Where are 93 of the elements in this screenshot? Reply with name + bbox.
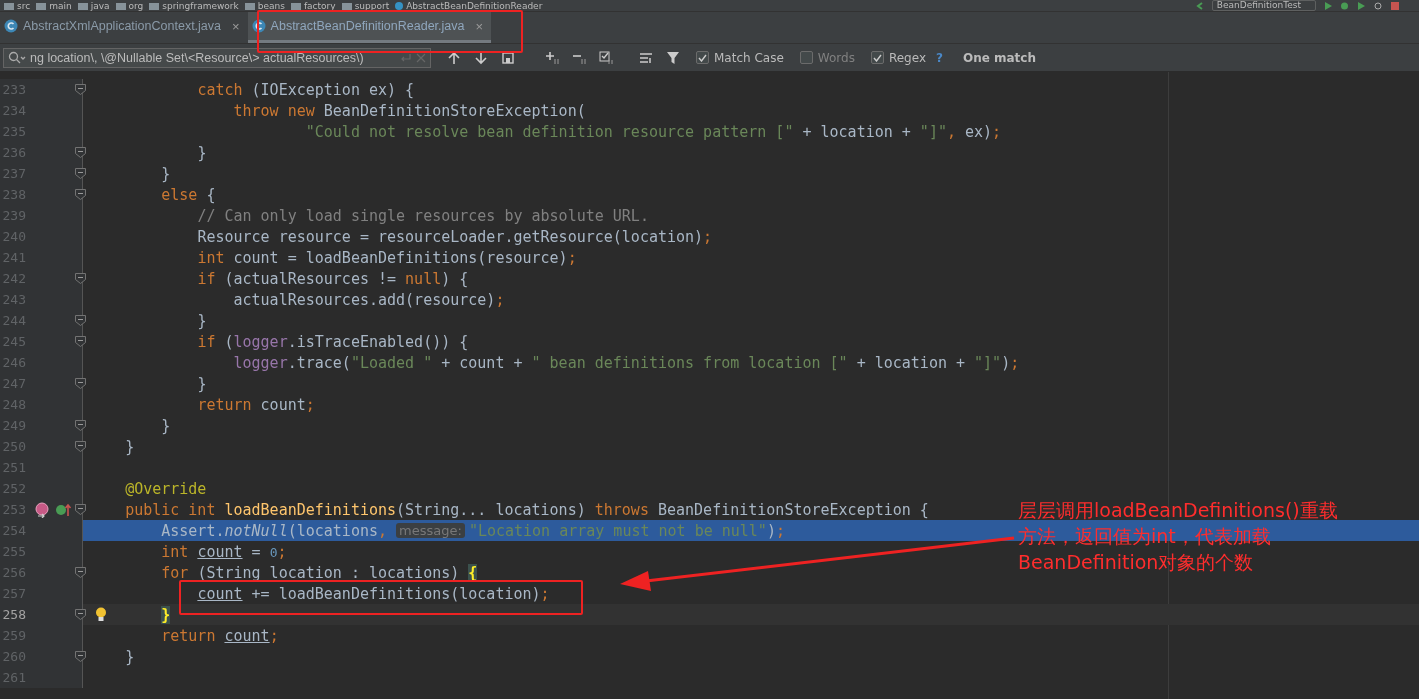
breakpoint-icon[interactable]	[34, 501, 50, 518]
code-text: }	[196, 311, 207, 330]
option-label: Words	[817, 50, 855, 65]
code-text: return count;	[196, 395, 315, 414]
override-icon[interactable]	[56, 502, 72, 517]
close-tab-button[interactable]: ×	[232, 18, 240, 34]
stop-icon[interactable]	[1391, 1, 1399, 10]
breadcrumb-item[interactable]: factory	[303, 0, 336, 11]
folder-icon	[149, 1, 160, 10]
code-text: }	[160, 164, 171, 183]
code-text: actualResources.add(resource);	[232, 290, 505, 309]
fold-marker-icon[interactable]	[75, 567, 86, 578]
filter-icon[interactable]	[666, 50, 680, 65]
breadcrumb-item[interactable]: beans	[257, 0, 285, 11]
floppy-icon[interactable]	[501, 50, 515, 65]
fold-marker-icon[interactable]	[75, 84, 86, 95]
breadcrumb-item[interactable]: support	[354, 0, 390, 11]
check-icon	[698, 53, 707, 62]
checkbox[interactable]	[799, 51, 813, 64]
check-icon	[872, 53, 882, 62]
code-text: // Can only load single resources by absolute URL.	[196, 206, 649, 225]
folder-icon	[115, 1, 126, 10]
breadcrumb-item[interactable]: org	[128, 0, 144, 11]
code-text: }	[160, 605, 171, 624]
option-label: Regex	[888, 50, 926, 65]
fold-marker-icon[interactable]	[75, 336, 86, 347]
checkbox[interactable]	[870, 51, 884, 64]
code-text: if (actualResources != null) {	[196, 269, 469, 288]
folder-icon	[77, 1, 88, 10]
fold-marker-icon[interactable]	[75, 315, 86, 326]
class-icon	[251, 19, 266, 33]
code-text: if (logger.isTraceEnabled()) {	[196, 332, 469, 351]
code-text: int count = loadBeanDefinitions(resource);	[196, 248, 577, 267]
checkbox[interactable]	[696, 51, 709, 64]
profile-icon[interactable]	[1374, 1, 1383, 10]
breadcrumb-item[interactable]: src	[17, 0, 31, 11]
code-text: "Location array must not be null");	[468, 521, 785, 540]
folder-icon	[4, 1, 14, 10]
file-tab[interactable]: AbstractBeanDefinitionReader.java ×	[247, 12, 492, 43]
annotation-note: 层层调用loadBeanDefinitions()重载 方法，返回值为int，代表加载 BeanDefinition对象的个数	[1018, 498, 1338, 575]
breadcrumb-item[interactable]: java	[90, 0, 110, 11]
code-text: Resource resource = resourceLoader.getResource(location);	[196, 227, 713, 246]
fold-marker-icon[interactable]	[75, 420, 86, 431]
select-all-icon[interactable]	[599, 50, 613, 65]
code-text: throw new BeanDefinitionStoreException(	[232, 101, 586, 120]
code-text: }	[124, 647, 135, 666]
code-text: int count = 0;	[160, 542, 287, 561]
coverage-icon[interactable]	[1357, 1, 1366, 10]
up-arrow-icon[interactable]	[447, 50, 461, 65]
class-icon	[4, 19, 18, 33]
lightbulb-icon[interactable]	[95, 607, 107, 622]
code-text: catch (IOException ex) {	[196, 80, 415, 99]
fold-marker-icon[interactable]	[75, 504, 86, 515]
run-config-dropdown[interactable]: BeanDefinitionTest	[1211, 0, 1316, 11]
fold-marker-icon[interactable]	[75, 147, 86, 158]
fold-marker-icon[interactable]	[75, 168, 86, 179]
fold-marker-icon[interactable]	[75, 378, 86, 389]
match-count: One match	[962, 50, 1036, 65]
code-text: }	[196, 374, 207, 393]
code-text: else {	[160, 185, 216, 204]
list-icon[interactable]	[639, 50, 653, 65]
fold-marker-icon[interactable]	[75, 609, 86, 620]
run-icon[interactable]	[1324, 1, 1332, 10]
debug-icon[interactable]	[1340, 1, 1349, 10]
class-icon	[395, 1, 404, 10]
breadcrumb-item[interactable]: springframework	[162, 0, 239, 11]
fold-marker-icon[interactable]	[75, 273, 86, 284]
code-text: "Could not resolve bean definition resource pattern [" + location + "]", ex);	[304, 122, 1002, 141]
breadcrumb-item[interactable]: AbstractBeanDefinitionReader	[406, 0, 543, 11]
breadcrumb-item[interactable]: main	[49, 0, 72, 11]
fold-marker-icon[interactable]	[75, 651, 86, 662]
code-text: count += loadBeanDefinitions(location);	[196, 584, 550, 603]
code-text: logger.trace("Loaded " + count + " bean definitions from location [" + location + "]");	[232, 353, 1020, 372]
folder-icon	[36, 1, 47, 10]
code-text: }	[160, 416, 171, 435]
folder-icon	[290, 1, 301, 10]
add-selection-icon[interactable]	[545, 50, 559, 65]
file-tab[interactable]: AbstractXmlApplicationContext.java ×	[0, 12, 248, 43]
down-arrow-icon[interactable]	[474, 50, 488, 65]
code-text: }	[196, 143, 207, 162]
option-label: Match Case	[714, 50, 784, 65]
code-text: return count;	[160, 626, 279, 645]
fold-marker-icon[interactable]	[75, 189, 86, 200]
code-text: Assert.notNull(locations,	[160, 521, 389, 540]
inlay-hint: message:	[396, 523, 465, 538]
fold-marker-icon[interactable]	[75, 441, 86, 452]
search-icon	[8, 50, 26, 65]
code-text: @Override	[124, 479, 207, 498]
folder-icon	[244, 1, 255, 10]
code-text: public int loadBeanDefinitions(String... locations) throws BeanDefinitionStoreException {	[124, 500, 929, 519]
folder-icon	[341, 1, 352, 10]
code-text: }	[124, 437, 135, 456]
line-number: 258	[1, 607, 26, 622]
